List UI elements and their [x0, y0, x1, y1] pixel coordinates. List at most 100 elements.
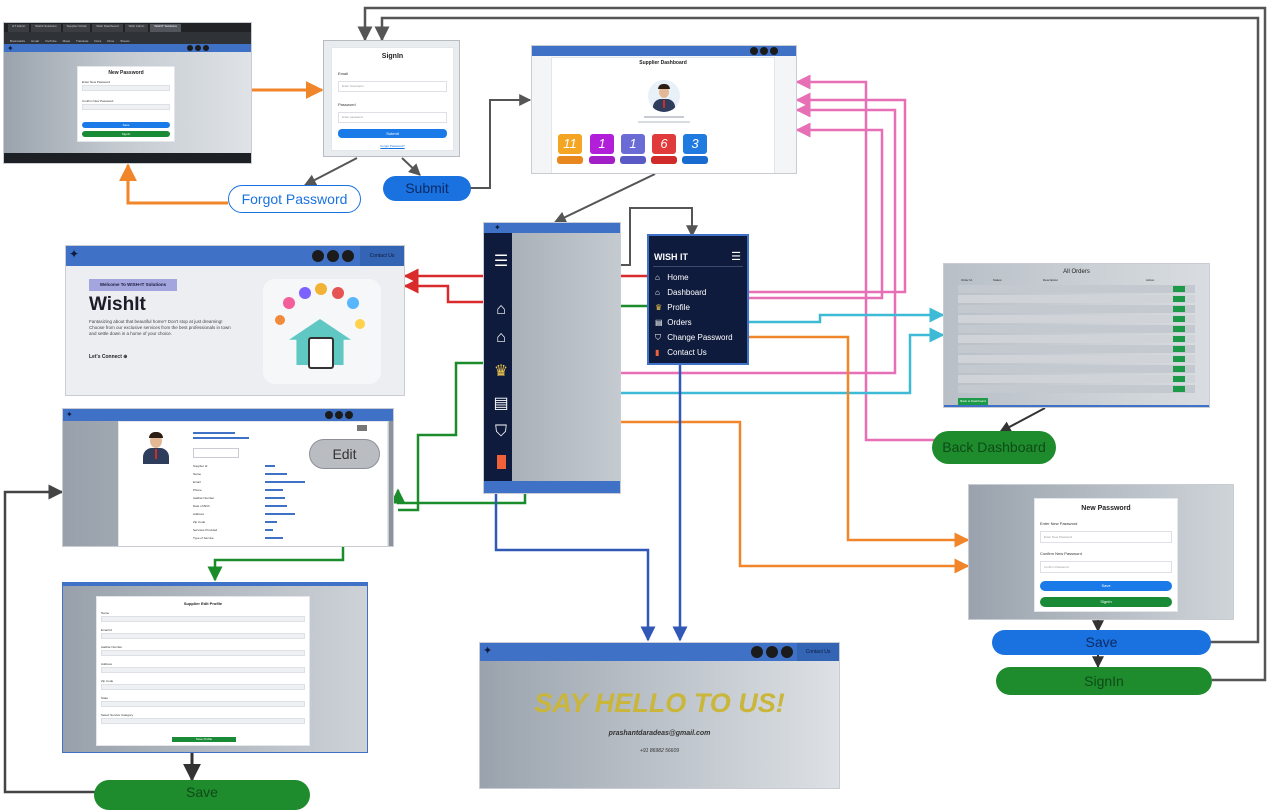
- contact-button[interactable]: Contact Us: [797, 643, 839, 661]
- password-label: Password: [338, 102, 356, 107]
- view-button[interactable]: [1173, 326, 1185, 332]
- menu-label: Contact Us: [667, 348, 707, 357]
- sidebar-brand: WISH IT: [654, 252, 688, 262]
- social-icon[interactable]: [770, 47, 778, 55]
- view-button[interactable]: [1173, 316, 1185, 322]
- social-icon[interactable]: [750, 47, 758, 55]
- social-icon[interactable]: [327, 250, 339, 262]
- flow-save-right: Save: [992, 630, 1211, 655]
- home-icon[interactable]: ⌂: [490, 301, 512, 319]
- social-icon[interactable]: [312, 250, 324, 262]
- menu-label: Profile: [667, 303, 690, 312]
- view-button[interactable]: [1173, 306, 1185, 312]
- service-select[interactable]: [101, 718, 305, 724]
- field-label: Services Provided: [193, 528, 218, 532]
- stat-tile[interactable]: 3: [682, 134, 708, 170]
- name-input[interactable]: [101, 616, 305, 622]
- save-button[interactable]: Save: [82, 122, 170, 128]
- signin-button[interactable]: SignIn: [82, 131, 170, 137]
- field-label: Date of Birth: [193, 504, 210, 508]
- password-field[interactable]: Enter password: [338, 112, 447, 123]
- arrow-signin-to-forgot-label: [303, 157, 358, 186]
- contact-button[interactable]: Contact Us: [360, 246, 404, 266]
- stat-tile[interactable]: 11: [557, 134, 583, 170]
- submit-button[interactable]: Submit: [338, 129, 447, 138]
- social-icon[interactable]: [203, 45, 209, 51]
- social-icon[interactable]: [760, 47, 768, 55]
- orders-basket-icon[interactable]: ▤: [490, 393, 512, 413]
- social-icon[interactable]: [325, 411, 333, 419]
- menu-toggle-icon[interactable]: ☰: [731, 250, 741, 263]
- label-new: Enter New Password: [1040, 521, 1078, 526]
- stat-tile[interactable]: 1: [620, 134, 646, 170]
- profile-icon[interactable]: ♛: [490, 361, 512, 381]
- card-title: New Password: [1081, 505, 1131, 512]
- scrollbar[interactable]: [389, 421, 393, 546]
- signin-button[interactable]: SignIn: [1040, 597, 1172, 607]
- save-profile-button[interactable]: Save Profile: [172, 737, 236, 742]
- email-input[interactable]: [101, 633, 305, 639]
- new-password-input[interactable]: [82, 85, 170, 91]
- dashboard-icon[interactable]: ⌂: [490, 329, 512, 347]
- social-icon[interactable]: [195, 45, 201, 51]
- forgot-link[interactable]: Forgot Password?: [332, 144, 453, 148]
- orders-header: Order Id Status Description Action: [958, 278, 1195, 284]
- social-icon[interactable]: [781, 646, 793, 658]
- social-icon[interactable]: [766, 646, 778, 658]
- view-button[interactable]: [1173, 386, 1185, 392]
- contact-screenshot: ✦ Contact Us SAY HELLO TO US! prashantda…: [479, 642, 840, 789]
- menu-item-dashboard[interactable]: ⌂ Dashboard: [655, 288, 706, 297]
- stat-caption: [651, 156, 677, 164]
- lets-connect-link[interactable]: Let's Connect ⊕: [89, 354, 127, 360]
- social-icon[interactable]: [342, 250, 354, 262]
- field-value: [265, 521, 277, 523]
- confirm-password-input[interactable]: Confirm Password: [1040, 561, 1172, 573]
- view-button[interactable]: [1173, 376, 1185, 382]
- view-button[interactable]: [1173, 366, 1185, 372]
- view-button[interactable]: [1173, 346, 1185, 352]
- menu-item-orders[interactable]: ▤ Orders: [655, 318, 692, 327]
- new-password-input[interactable]: Enter New Password: [1040, 531, 1172, 543]
- search-box[interactable]: [193, 448, 239, 458]
- menu-item-home[interactable]: ⌂ Home: [655, 273, 689, 282]
- address-input[interactable]: [101, 667, 305, 673]
- save-button[interactable]: Save: [1040, 581, 1172, 591]
- table-row: [958, 325, 1195, 333]
- sidebar-menu-screenshot: WISH IT ☰ ⌂ Home ⌂ Dashboard ♛ Profile ▤…: [647, 234, 749, 365]
- top-bar: [63, 583, 367, 586]
- menu-item-profile[interactable]: ♛ Profile: [655, 303, 690, 312]
- view-button[interactable]: [1173, 336, 1185, 342]
- contact-icon[interactable]: [490, 455, 512, 474]
- view-button[interactable]: [1173, 356, 1185, 362]
- avatar-caption: [644, 116, 684, 118]
- stat-tile[interactable]: 1: [589, 134, 615, 170]
- card-title: New Password: [108, 70, 144, 76]
- email-field[interactable]: Enter Username: [338, 81, 447, 92]
- social-icon[interactable]: [187, 45, 193, 51]
- aadhar-input[interactable]: [101, 650, 305, 656]
- field-label: Aadhar Number: [193, 496, 215, 500]
- hamburger-icon[interactable]: ☰: [490, 251, 512, 271]
- view-button[interactable]: [1173, 286, 1185, 292]
- zip-input[interactable]: [101, 684, 305, 690]
- edit-profile-card: Supplier Edit Profile Name Email Id Aadh…: [96, 596, 310, 746]
- state-select[interactable]: [101, 701, 305, 707]
- arrow-circle-icon: ⊕: [123, 354, 128, 360]
- social-icon[interactable]: [345, 411, 353, 419]
- flow-edit: Edit: [309, 439, 380, 469]
- menu-item-change-password[interactable]: ⛉ Change Password: [655, 333, 733, 343]
- forgot-page-body: ✦ New Password Enter New Password Confir…: [4, 44, 251, 153]
- view-button[interactable]: [1173, 296, 1185, 302]
- close-x-button[interactable]: [357, 425, 367, 431]
- stat-tile[interactable]: 6: [651, 134, 677, 170]
- back-to-dashboard-button[interactable]: Back to Dashboard: [958, 398, 988, 405]
- dashboard-title: Supplier Dashboard: [639, 60, 687, 66]
- change-password-shield-icon[interactable]: ⛉: [490, 423, 512, 441]
- logo-icon: ✦: [483, 645, 493, 657]
- confirm-password-input[interactable]: [82, 104, 170, 110]
- menu-item-contact[interactable]: ▮ Contact Us: [655, 348, 707, 357]
- field-value: [265, 489, 283, 491]
- navbar: ✦ Contact Us: [480, 643, 839, 661]
- social-icon[interactable]: [335, 411, 343, 419]
- social-icon[interactable]: [751, 646, 763, 658]
